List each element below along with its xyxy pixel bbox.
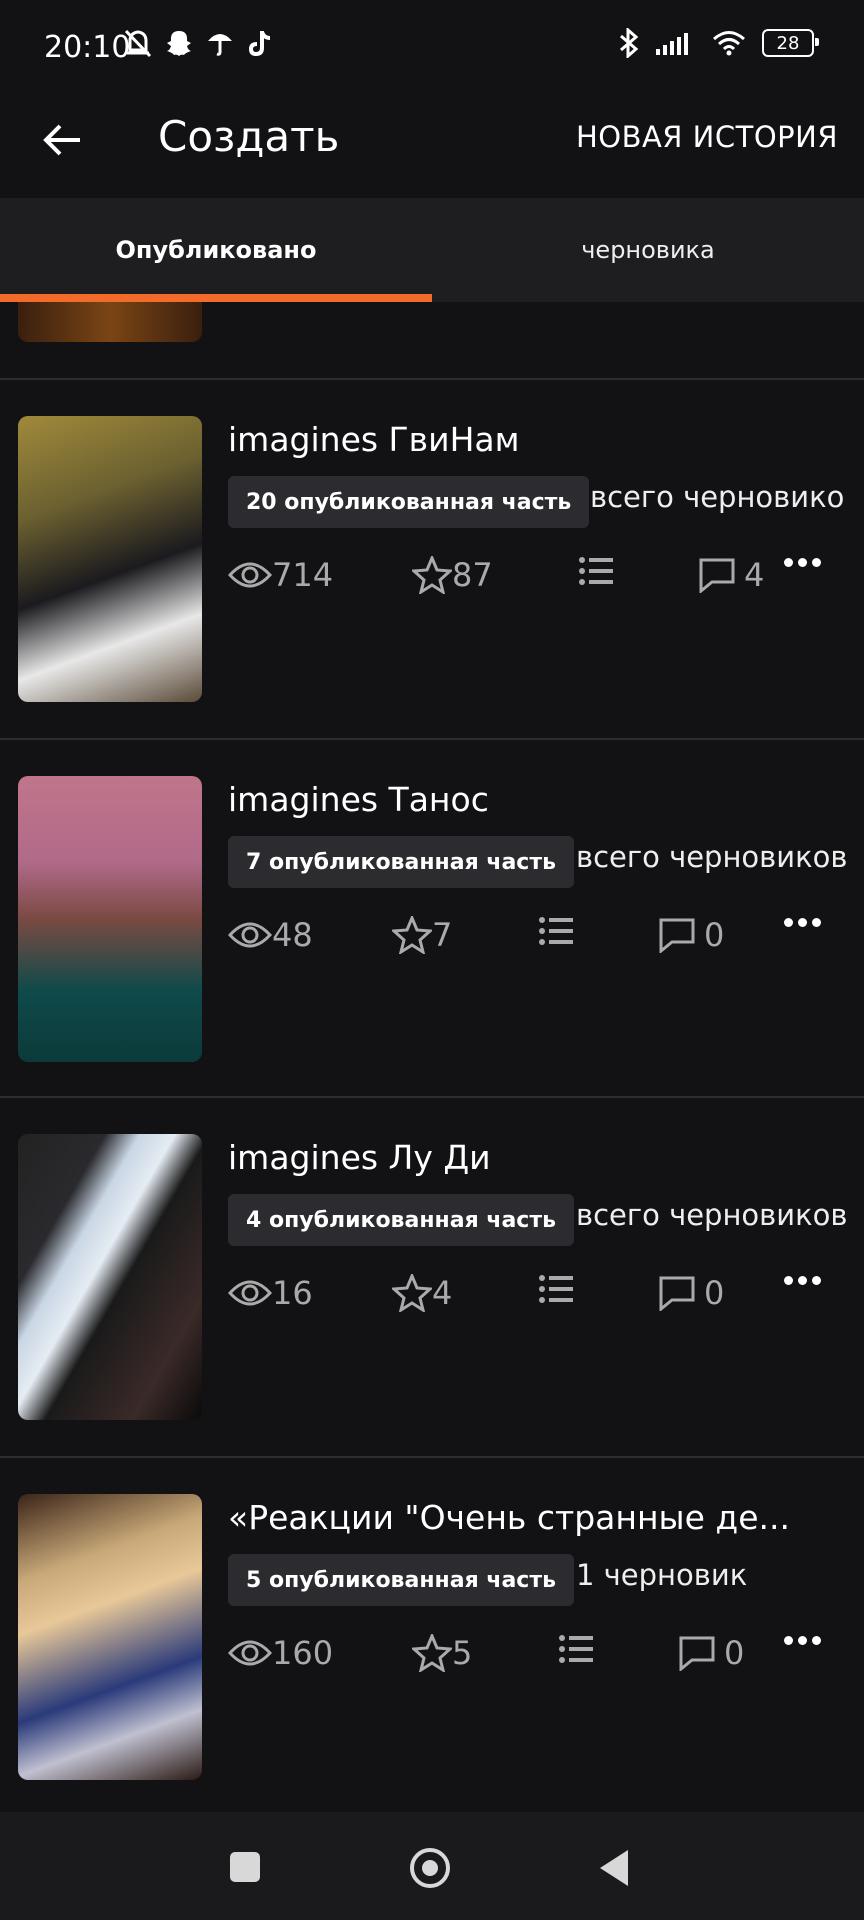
star-icon bbox=[392, 916, 432, 954]
tiktok-icon bbox=[248, 31, 271, 57]
back-icon[interactable] bbox=[600, 1850, 628, 1886]
tab-drafts[interactable]: черновика bbox=[432, 198, 864, 302]
votes-count: 4 bbox=[432, 1274, 453, 1312]
list-icon bbox=[539, 917, 573, 945]
battery-level: 28 bbox=[776, 32, 800, 54]
list-icon bbox=[539, 1275, 573, 1303]
drafts-count: всего черновиков bbox=[576, 840, 848, 874]
drafts-count: 1 черновик bbox=[576, 1558, 748, 1592]
page-title: Создать bbox=[158, 112, 340, 161]
story-card[interactable]: imagines Танос 7 опубликованная часть вс… bbox=[0, 740, 864, 1098]
comments-count: 0 bbox=[704, 1274, 725, 1312]
more-options-icon[interactable] bbox=[784, 552, 828, 572]
votes-stat: 7 bbox=[392, 916, 452, 954]
story-card[interactable]: «Реакции "Очень странные де... 5 опублик… bbox=[0, 1458, 864, 1816]
views-count: 48 bbox=[272, 916, 313, 954]
drafts-count: всего черновиков bbox=[576, 1198, 848, 1232]
comment-icon bbox=[659, 1276, 695, 1311]
story-card[interactable]: imagines Лу Ди 4 опубликованная часть вс… bbox=[0, 1098, 864, 1456]
parts-list-button[interactable] bbox=[538, 916, 574, 946]
comment-icon bbox=[679, 1636, 715, 1671]
story-cover[interactable] bbox=[18, 1494, 202, 1780]
story-cover[interactable] bbox=[18, 416, 202, 702]
eye-icon bbox=[228, 1640, 272, 1666]
star-icon bbox=[392, 1274, 432, 1312]
views-count: 714 bbox=[272, 556, 334, 594]
votes-stat: 87 bbox=[412, 556, 493, 594]
comments-stat: 0 bbox=[678, 1634, 744, 1672]
comments-stat: 0 bbox=[658, 1274, 724, 1312]
system-nav-bar bbox=[0, 1812, 864, 1920]
more-options-icon[interactable] bbox=[784, 912, 828, 932]
bell-off-icon bbox=[124, 29, 152, 58]
views-stat: 714 bbox=[228, 556, 333, 594]
list-icon bbox=[579, 557, 613, 585]
story-title[interactable]: «Реакции "Очень странные де... bbox=[228, 1498, 790, 1537]
status-time: 20:10 bbox=[44, 30, 131, 65]
eye-icon bbox=[228, 1280, 272, 1306]
story-cover[interactable] bbox=[18, 776, 202, 1062]
comments-count: 0 bbox=[724, 1634, 745, 1672]
star-icon bbox=[412, 556, 452, 594]
views-stat: 160 bbox=[228, 1634, 333, 1672]
story-title[interactable]: imagines Лу Ди bbox=[228, 1138, 491, 1177]
eye-icon bbox=[228, 562, 272, 588]
comments-stat: 4 bbox=[698, 556, 764, 594]
star-icon bbox=[412, 1634, 452, 1672]
home-icon[interactable] bbox=[410, 1848, 450, 1888]
views-stat: 16 bbox=[228, 1274, 313, 1312]
signal-icon bbox=[656, 33, 688, 55]
eye-icon bbox=[228, 922, 272, 948]
drafts-count: всего черновико bbox=[590, 480, 845, 514]
story-title[interactable]: imagines ГвиНам bbox=[228, 420, 520, 459]
votes-count: 87 bbox=[452, 556, 493, 594]
comment-icon bbox=[699, 558, 735, 593]
votes-stat: 5 bbox=[412, 1634, 472, 1672]
app-bar: Создать НОВАЯ ИСТОРИЯ bbox=[0, 98, 864, 198]
comments-count: 4 bbox=[744, 556, 765, 594]
votes-stat: 4 bbox=[392, 1274, 452, 1312]
published-parts-badge: 5 опубликованная часть bbox=[228, 1554, 575, 1606]
wifi-icon bbox=[713, 31, 745, 56]
views-count: 160 bbox=[272, 1634, 334, 1672]
umbrella-icon bbox=[208, 34, 232, 56]
system-icons: 28 bbox=[618, 28, 819, 58]
tab-published[interactable]: Опубликовано bbox=[0, 198, 432, 302]
comments-stat: 0 bbox=[658, 916, 724, 954]
more-options-icon[interactable] bbox=[784, 1270, 828, 1290]
list-icon bbox=[559, 1635, 593, 1663]
published-parts-badge: 7 опубликованная часть bbox=[228, 836, 575, 888]
battery-icon: 28 bbox=[762, 29, 819, 57]
more-options-icon[interactable] bbox=[784, 1630, 828, 1650]
published-parts-badge: 4 опубликованная часть bbox=[228, 1194, 575, 1246]
story-card[interactable]: imagines ГвиНам 20 опубликованная часть … bbox=[0, 380, 864, 738]
recent-apps-icon[interactable] bbox=[230, 1852, 260, 1882]
bluetooth-icon bbox=[620, 28, 639, 58]
comment-icon bbox=[659, 918, 695, 953]
parts-list-button[interactable] bbox=[538, 1274, 574, 1304]
new-story-button[interactable]: НОВАЯ ИСТОРИЯ bbox=[576, 120, 838, 154]
snapchat-icon bbox=[167, 31, 191, 56]
story-cover-partial[interactable] bbox=[18, 302, 202, 342]
parts-list-button[interactable] bbox=[558, 1634, 594, 1664]
published-parts-badge: 20 опубликованная часть bbox=[228, 476, 590, 528]
tab-bar: Опубликовано черновика bbox=[0, 198, 864, 302]
comments-count: 0 bbox=[704, 916, 725, 954]
story-title[interactable]: imagines Танос bbox=[228, 780, 489, 819]
votes-count: 7 bbox=[432, 916, 453, 954]
status-bar: 20:10 28 bbox=[0, 0, 864, 98]
story-cover[interactable] bbox=[18, 1134, 202, 1420]
back-arrow-icon[interactable] bbox=[40, 118, 84, 162]
notification-icons bbox=[124, 28, 272, 58]
views-count: 16 bbox=[272, 1274, 313, 1312]
votes-count: 5 bbox=[452, 1634, 473, 1672]
views-stat: 48 bbox=[228, 916, 313, 954]
parts-list-button[interactable] bbox=[578, 556, 614, 586]
